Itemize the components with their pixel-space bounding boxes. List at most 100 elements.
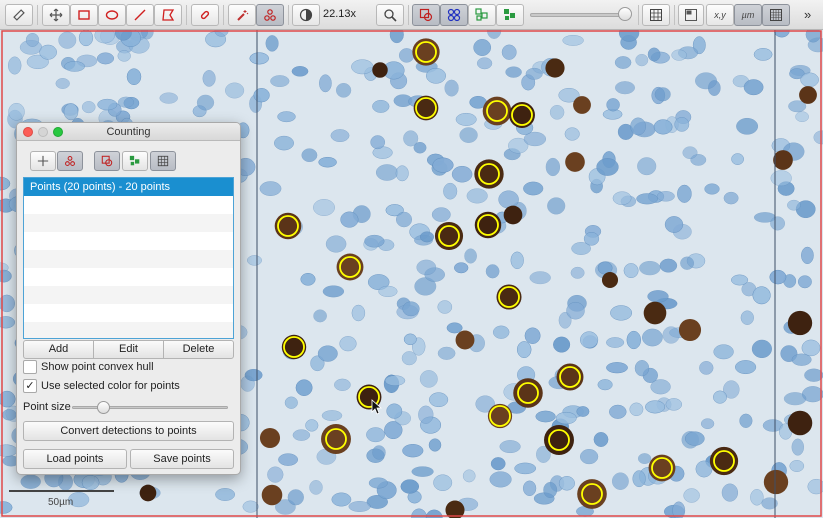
- move-tool-button[interactable]: [30, 151, 56, 171]
- nucleus: [564, 127, 580, 141]
- nucleus: [740, 310, 754, 325]
- nucleus: [411, 466, 434, 477]
- list-item[interactable]: Points (20 points) - 20 points: [24, 178, 233, 196]
- nucleus: [318, 156, 337, 168]
- show-grid-button[interactable]: [150, 151, 176, 171]
- scalebar-toggle-label: µm: [741, 10, 755, 20]
- use-color-checkbox[interactable]: ✓: [23, 379, 37, 393]
- nucleus: [446, 322, 463, 334]
- show-annotations-button[interactable]: [412, 4, 440, 26]
- close-icon[interactable]: [23, 127, 33, 137]
- positive-nucleus: [487, 403, 513, 429]
- points-tool-button[interactable]: [57, 151, 83, 171]
- nucleus: [645, 400, 666, 414]
- polygon-tool-button[interactable]: [154, 4, 182, 26]
- nucleus: [769, 269, 787, 285]
- point-size-thumb[interactable]: [97, 401, 111, 414]
- nucleus: [416, 259, 437, 276]
- brightness-contrast-button[interactable]: [292, 4, 320, 26]
- window-titlebar[interactable]: Counting: [17, 123, 240, 141]
- nucleus: [433, 474, 453, 491]
- rectangle-tool-button[interactable]: [70, 4, 98, 26]
- nucleus: [505, 66, 522, 78]
- show-tma-grid-button[interactable]: [440, 4, 468, 26]
- nucleus: [514, 462, 537, 475]
- add-button[interactable]: Add: [23, 340, 94, 359]
- opacity-slider-thumb[interactable]: [618, 7, 632, 21]
- nucleus: [63, 103, 79, 121]
- point-size-slider[interactable]: [72, 406, 228, 409]
- show-cursor-location-button[interactable]: x,y: [706, 4, 734, 26]
- nucleus: [498, 190, 519, 209]
- points-tool-button[interactable]: [256, 4, 284, 26]
- show-grid-button[interactable]: [642, 4, 670, 26]
- nucleus: [418, 405, 434, 424]
- nucleus: [659, 258, 678, 273]
- nucleus: [117, 96, 135, 108]
- measure-tool-button[interactable]: [5, 4, 33, 26]
- convert-detections-button[interactable]: Convert detections to points: [23, 421, 234, 441]
- nucleus: [274, 135, 294, 151]
- list-empty-row: [24, 322, 233, 338]
- brush-tool-button[interactable]: [191, 4, 219, 26]
- show-annotations-button[interactable]: [94, 151, 120, 171]
- nucleus: [331, 492, 352, 507]
- nucleus: [783, 392, 807, 406]
- nucleus: [244, 368, 263, 382]
- fill-detections-icon: [129, 155, 140, 166]
- nucleus: [695, 72, 717, 90]
- positive-nucleus: [787, 310, 813, 336]
- nucleus: [606, 98, 620, 112]
- wand-tool-button[interactable]: [228, 4, 256, 26]
- save-points-button[interactable]: Save points: [130, 449, 234, 469]
- show-overview-button[interactable]: [678, 4, 704, 26]
- delete-button[interactable]: Delete: [163, 340, 234, 359]
- points-tool-icon: [264, 9, 276, 21]
- zoom-to-fit-button[interactable]: [376, 4, 404, 26]
- nucleus: [489, 471, 512, 488]
- brightness-contrast-icon: [299, 8, 313, 22]
- nucleus: [339, 336, 357, 352]
- nucleus: [159, 92, 178, 104]
- measure-tool-icon: [13, 9, 25, 21]
- move-tool-button[interactable]: [42, 4, 70, 26]
- edit-button[interactable]: Edit: [94, 340, 163, 359]
- line-tool-button[interactable]: [126, 4, 154, 26]
- list-empty-row: [24, 232, 233, 250]
- nucleus: [637, 157, 657, 176]
- nucleus: [370, 135, 386, 150]
- load-points-button[interactable]: Load points: [23, 449, 127, 469]
- line-tool-icon: [134, 9, 146, 21]
- show-overview-icon: [685, 9, 697, 21]
- nucleus: [466, 188, 488, 204]
- show-counting-grid-button[interactable]: [762, 4, 790, 26]
- fill-detections-button[interactable]: [496, 4, 524, 26]
- show-detections-button[interactable]: [468, 4, 496, 26]
- nucleus: [630, 117, 646, 136]
- fill-detections-button[interactable]: [122, 151, 148, 171]
- nucleus: [366, 427, 386, 443]
- nucleus: [277, 111, 296, 123]
- nucleus: [309, 480, 323, 495]
- toolbar-overflow-icon[interactable]: »: [804, 7, 811, 22]
- nucleus: [713, 390, 727, 404]
- points-list[interactable]: Points (20 points) - 20 points: [23, 177, 234, 339]
- nucleus: [789, 460, 805, 472]
- zoom-icon[interactable]: [53, 127, 63, 137]
- nucleus: [576, 406, 590, 417]
- minimize-icon[interactable]: [38, 127, 48, 137]
- nucleus: [476, 57, 493, 70]
- list-button-row: Add Edit Delete: [23, 340, 234, 359]
- convex-hull-checkbox[interactable]: [23, 360, 37, 374]
- opacity-slider-track[interactable]: [530, 13, 630, 17]
- nucleus: [801, 246, 814, 265]
- nucleus: [523, 181, 544, 196]
- ellipse-tool-button[interactable]: [98, 4, 126, 26]
- show-scalebar-button[interactable]: µm: [734, 4, 762, 26]
- nucleus: [301, 148, 318, 163]
- nucleus: [529, 271, 551, 285]
- nucleus: [593, 432, 609, 447]
- positive-nucleus: [573, 96, 591, 114]
- nucleus: [770, 170, 792, 187]
- nucleus: [305, 419, 319, 432]
